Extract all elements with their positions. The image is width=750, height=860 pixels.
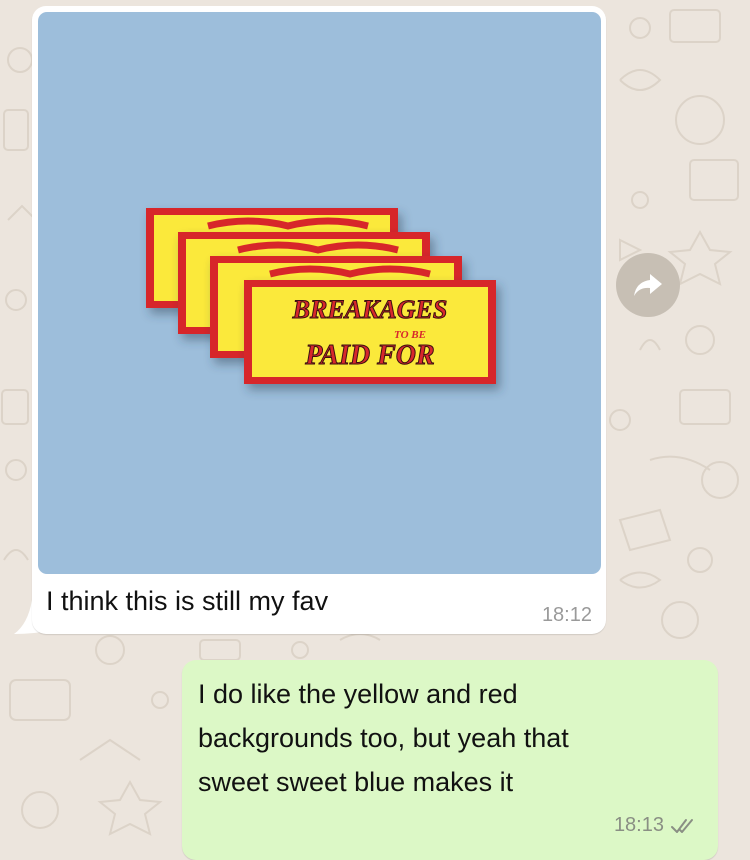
forward-arrow-icon xyxy=(634,274,662,296)
incoming-message-bubble[interactable]: BREAKAGES TO BE PAID FOR I think this is… xyxy=(32,6,606,634)
outgoing-line-2: backgrounds too, but yeah that xyxy=(198,723,569,753)
outgoing-meta: 18:13 xyxy=(614,814,698,837)
sign-bottom-text: PAID FOR xyxy=(304,340,434,371)
outgoing-message-text: I do like the yellow and red backgrounds… xyxy=(198,672,698,804)
incoming-timestamp: 18:12 xyxy=(541,604,592,626)
incoming-caption: I think this is still my fav xyxy=(46,586,329,616)
outgoing-timestamp: 18:13 xyxy=(613,814,664,836)
sign-top-text: BREAKAGES xyxy=(292,295,448,324)
double-check-icon xyxy=(671,818,693,833)
shared-photo[interactable]: BREAKAGES TO BE PAID FOR xyxy=(38,12,601,574)
breakages-sign-image: BREAKAGES TO BE PAID FOR xyxy=(38,12,601,574)
outgoing-message-bubble[interactable]: I do like the yellow and red backgrounds… xyxy=(182,660,718,860)
outgoing-line-1: I do like the yellow and red xyxy=(198,679,518,709)
forward-button[interactable] xyxy=(616,253,680,317)
outgoing-line-3: sweet sweet blue makes it xyxy=(198,767,514,797)
